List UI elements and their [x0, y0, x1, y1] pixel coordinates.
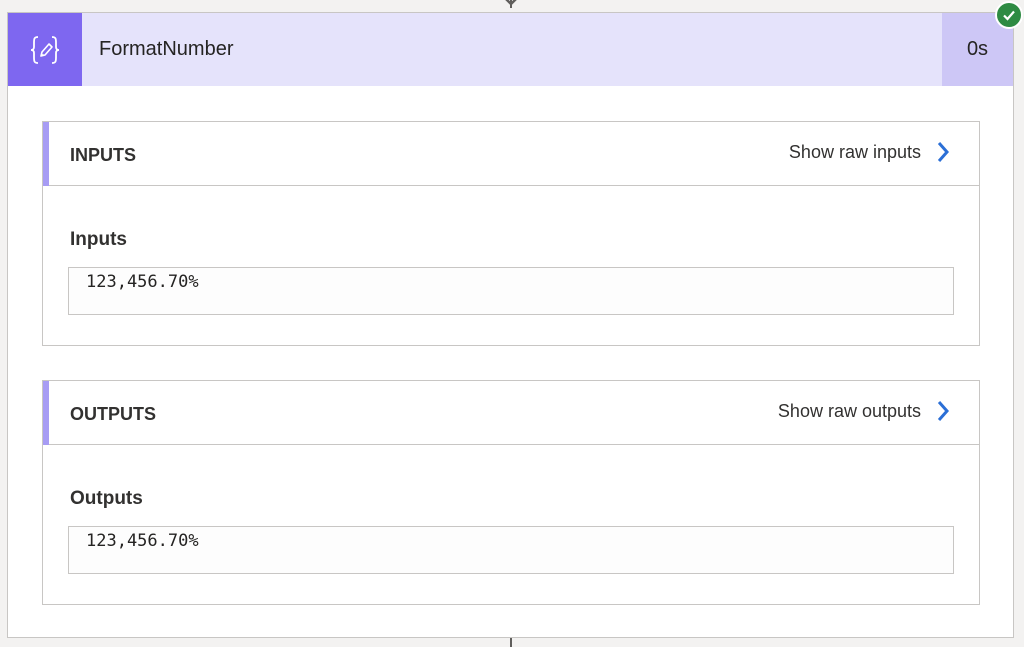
- arrow-down-icon: [505, 0, 517, 6]
- show-raw-outputs-label: Show raw outputs: [777, 400, 921, 421]
- flow-connector-bottom: [510, 638, 512, 647]
- action-card: FormatNumber 0s INPUTS Show raw inputs I…: [7, 12, 1014, 638]
- chevron-right-icon: [937, 401, 950, 421]
- outputs-panel-header: OUTPUTS Show raw outputs: [43, 381, 979, 445]
- chevron-right-icon: [937, 142, 950, 162]
- inputs-accent-bar: [43, 122, 49, 186]
- show-raw-outputs-link[interactable]: Show raw outputs: [778, 395, 951, 427]
- outputs-accent-bar: [43, 381, 49, 445]
- inputs-section-title: INPUTS: [70, 145, 137, 165]
- variable-braces-pencil-icon: [30, 35, 60, 64]
- action-icon: [8, 13, 82, 86]
- checkmark-icon: [1003, 10, 1015, 21]
- success-status-badge: [995, 1, 1023, 29]
- outputs-value-box[interactable]: 123,456.70%: [68, 526, 954, 574]
- action-title: FormatNumber: [99, 38, 234, 60]
- inputs-panel-header: INPUTS Show raw inputs: [43, 122, 979, 186]
- outputs-section-title: OUTPUTS: [70, 404, 157, 424]
- show-raw-inputs-label: Show raw inputs: [788, 141, 921, 162]
- action-header[interactable]: FormatNumber 0s: [8, 13, 1013, 86]
- inputs-panel: INPUTS Show raw inputs Inputs 123,456.70…: [42, 121, 980, 346]
- outputs-panel: OUTPUTS Show raw outputs Outputs 123,456…: [42, 380, 980, 605]
- inputs-field-label: Inputs: [70, 229, 127, 250]
- show-raw-inputs-link[interactable]: Show raw inputs: [789, 136, 951, 168]
- outputs-field-label: Outputs: [70, 488, 143, 509]
- inputs-value-box[interactable]: 123,456.70%: [68, 267, 954, 315]
